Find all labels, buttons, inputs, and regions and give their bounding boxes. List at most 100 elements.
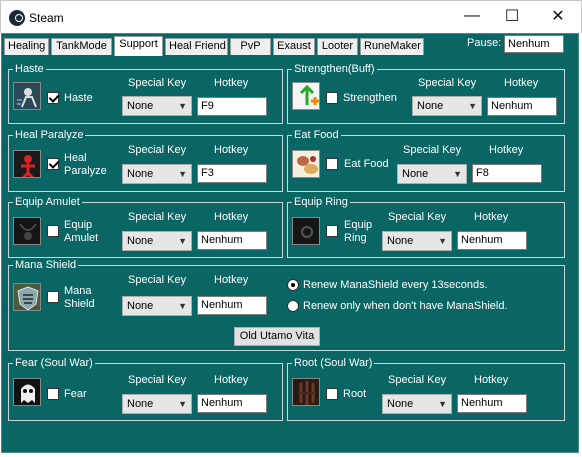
title-bar: Steam — ☐ ✕ <box>0 0 582 33</box>
fear-label: Fear <box>64 388 87 400</box>
eat-food-hotkey-input[interactable]: F8 <box>472 164 542 183</box>
renew-every-radio[interactable] <box>287 279 299 291</box>
chevron-down-icon: ▼ <box>453 169 462 179</box>
fear-icon <box>13 378 41 406</box>
strengthen-label: Strengthen <box>343 92 397 104</box>
strengthen-checkbox[interactable] <box>326 92 338 104</box>
close-button[interactable]: ✕ <box>543 5 573 27</box>
label-line: Equip <box>64 219 93 231</box>
select-value: None <box>127 235 154 247</box>
mana-shield-checkbox[interactable] <box>47 291 59 303</box>
fear-panel: Fear (Soul War) Fear Special Key Hotkey … <box>8 356 283 421</box>
label-line: Ring <box>344 232 367 244</box>
label-line: Heal <box>64 152 87 164</box>
equip-amulet-panel: Equip Amulet Equip Amulet Special Key Hot… <box>8 195 283 258</box>
tab-healing[interactable]: Healing <box>4 38 49 55</box>
pause-hotkey-input[interactable] <box>504 35 564 53</box>
strengthen-special-key-select[interactable]: None ▼ <box>412 96 482 116</box>
label-line: Shield <box>64 298 95 310</box>
haste-hotkey-input[interactable]: F9 <box>197 97 267 116</box>
equip-amulet-label: Equip Amulet <box>64 219 98 245</box>
root-special-key-select[interactable]: None ▼ <box>382 394 452 414</box>
select-value: None <box>387 398 414 410</box>
maximize-button[interactable]: ☐ <box>497 5 527 27</box>
haste-panel: Haste Haste Special Key Hotkey None ▼ F9 <box>8 62 283 124</box>
panel-title: Equip Amulet <box>13 195 82 209</box>
renew-only-radio[interactable] <box>287 300 299 312</box>
select-value: None <box>127 168 154 180</box>
mana-shield-icon <box>13 283 41 311</box>
eat-food-special-key-select[interactable]: None ▼ <box>397 164 467 184</box>
equip-ring-label: Equip Ring <box>344 219 372 245</box>
special-key-header: Special Key <box>128 144 187 156</box>
steam-icon <box>9 10 25 26</box>
haste-special-key-select[interactable]: None ▼ <box>122 96 192 116</box>
heal-paralyze-hotkey-input[interactable]: F3 <box>197 164 267 183</box>
tab-tankmode[interactable]: TankMode <box>51 38 112 55</box>
panel-title: Mana Shield <box>13 258 79 272</box>
tab-looter[interactable]: Looter <box>317 38 358 55</box>
mana-shield-hotkey-input[interactable]: Nenhum <box>197 296 267 315</box>
root-checkbox[interactable] <box>326 388 338 400</box>
root-panel: Root (Soul War) Root Special Key Hotkey … <box>287 356 565 421</box>
eat-food-panel: Eat Food Eat Food Special Key Hotkey Non… <box>287 128 565 192</box>
equip-amulet-hotkey-input[interactable]: Nenhum <box>197 231 267 250</box>
panel-title: Fear (Soul War) <box>13 356 95 370</box>
main-content: Healing TankMode Support Heal Friend PvP… <box>1 33 579 453</box>
fear-checkbox[interactable] <box>47 388 59 400</box>
chevron-down-icon: ▼ <box>438 399 447 409</box>
special-key-header: Special Key <box>128 274 187 286</box>
root-hotkey-input[interactable]: Nenhum <box>457 394 527 413</box>
panel-title: Strengthen(Buff) <box>292 62 377 76</box>
strengthen-hotkey-input[interactable]: Nenhum <box>487 97 557 116</box>
fear-special-key-select[interactable]: None ▼ <box>122 394 192 414</box>
equip-amulet-special-key-select[interactable]: None ▼ <box>122 231 192 251</box>
label-line: Equip <box>344 219 373 231</box>
heal-paralyze-icon <box>13 150 41 178</box>
heal-paralyze-checkbox[interactable] <box>47 158 59 170</box>
hotkey-header: Hotkey <box>214 374 249 386</box>
panel-title: Root (Soul War) <box>292 356 375 370</box>
equip-ring-panel: Equip Ring Equip Ring Special Key Hotkey … <box>287 195 565 258</box>
mana-shield-special-key-select[interactable]: None ▼ <box>122 296 192 316</box>
chevron-down-icon: ▼ <box>178 399 187 409</box>
tab-pvp[interactable]: PvP <box>230 38 271 55</box>
hotkey-header: Hotkey <box>214 274 249 286</box>
select-value: None <box>127 300 154 312</box>
tab-runemaker[interactable]: RuneMaker <box>360 38 424 55</box>
heal-paralyze-special-key-select[interactable]: None ▼ <box>122 164 192 184</box>
chevron-down-icon: ▼ <box>178 301 187 311</box>
label-line: Mana <box>64 285 92 297</box>
label-line: Amulet <box>64 232 99 244</box>
hotkey-header: Hotkey <box>489 144 524 156</box>
haste-label: Haste <box>64 92 93 104</box>
ring-icon <box>292 217 320 245</box>
equip-amulet-checkbox[interactable] <box>47 225 59 237</box>
special-key-header: Special Key <box>418 77 477 89</box>
select-value: None <box>402 168 429 180</box>
heal-paralyze-panel: Heal Paralyze Heal Paralyze Special Key H… <box>8 128 283 192</box>
select-value: None <box>387 235 414 247</box>
hotkey-header: Hotkey <box>214 144 249 156</box>
fear-hotkey-input[interactable]: Nenhum <box>197 394 267 413</box>
equip-ring-hotkey-input[interactable]: Nenhum <box>457 231 527 250</box>
equip-ring-special-key-select[interactable]: None ▼ <box>382 231 452 251</box>
haste-checkbox[interactable] <box>47 92 59 104</box>
tab-heal-friend[interactable]: Heal Friend <box>165 38 228 55</box>
strengthen-icon <box>292 82 320 110</box>
old-utamo-vita-button[interactable]: Old Utamo Vita <box>234 327 320 346</box>
select-value: None <box>127 398 154 410</box>
heal-paralyze-label: Heal Paralyze <box>64 152 107 178</box>
panel-title: Eat Food <box>292 128 341 142</box>
minimize-button[interactable]: — <box>457 5 487 27</box>
tab-exaust[interactable]: Exaust <box>273 38 315 55</box>
hotkey-header: Hotkey <box>214 211 249 223</box>
eat-food-checkbox[interactable] <box>326 158 338 170</box>
tab-support[interactable]: Support <box>114 36 163 56</box>
pause-label: Pause: <box>467 37 502 49</box>
panel-title: Haste <box>13 62 46 76</box>
equip-ring-checkbox[interactable] <box>326 225 338 237</box>
food-icon <box>292 150 320 178</box>
special-key-header: Special Key <box>128 211 187 223</box>
chevron-down-icon: ▼ <box>178 101 187 111</box>
